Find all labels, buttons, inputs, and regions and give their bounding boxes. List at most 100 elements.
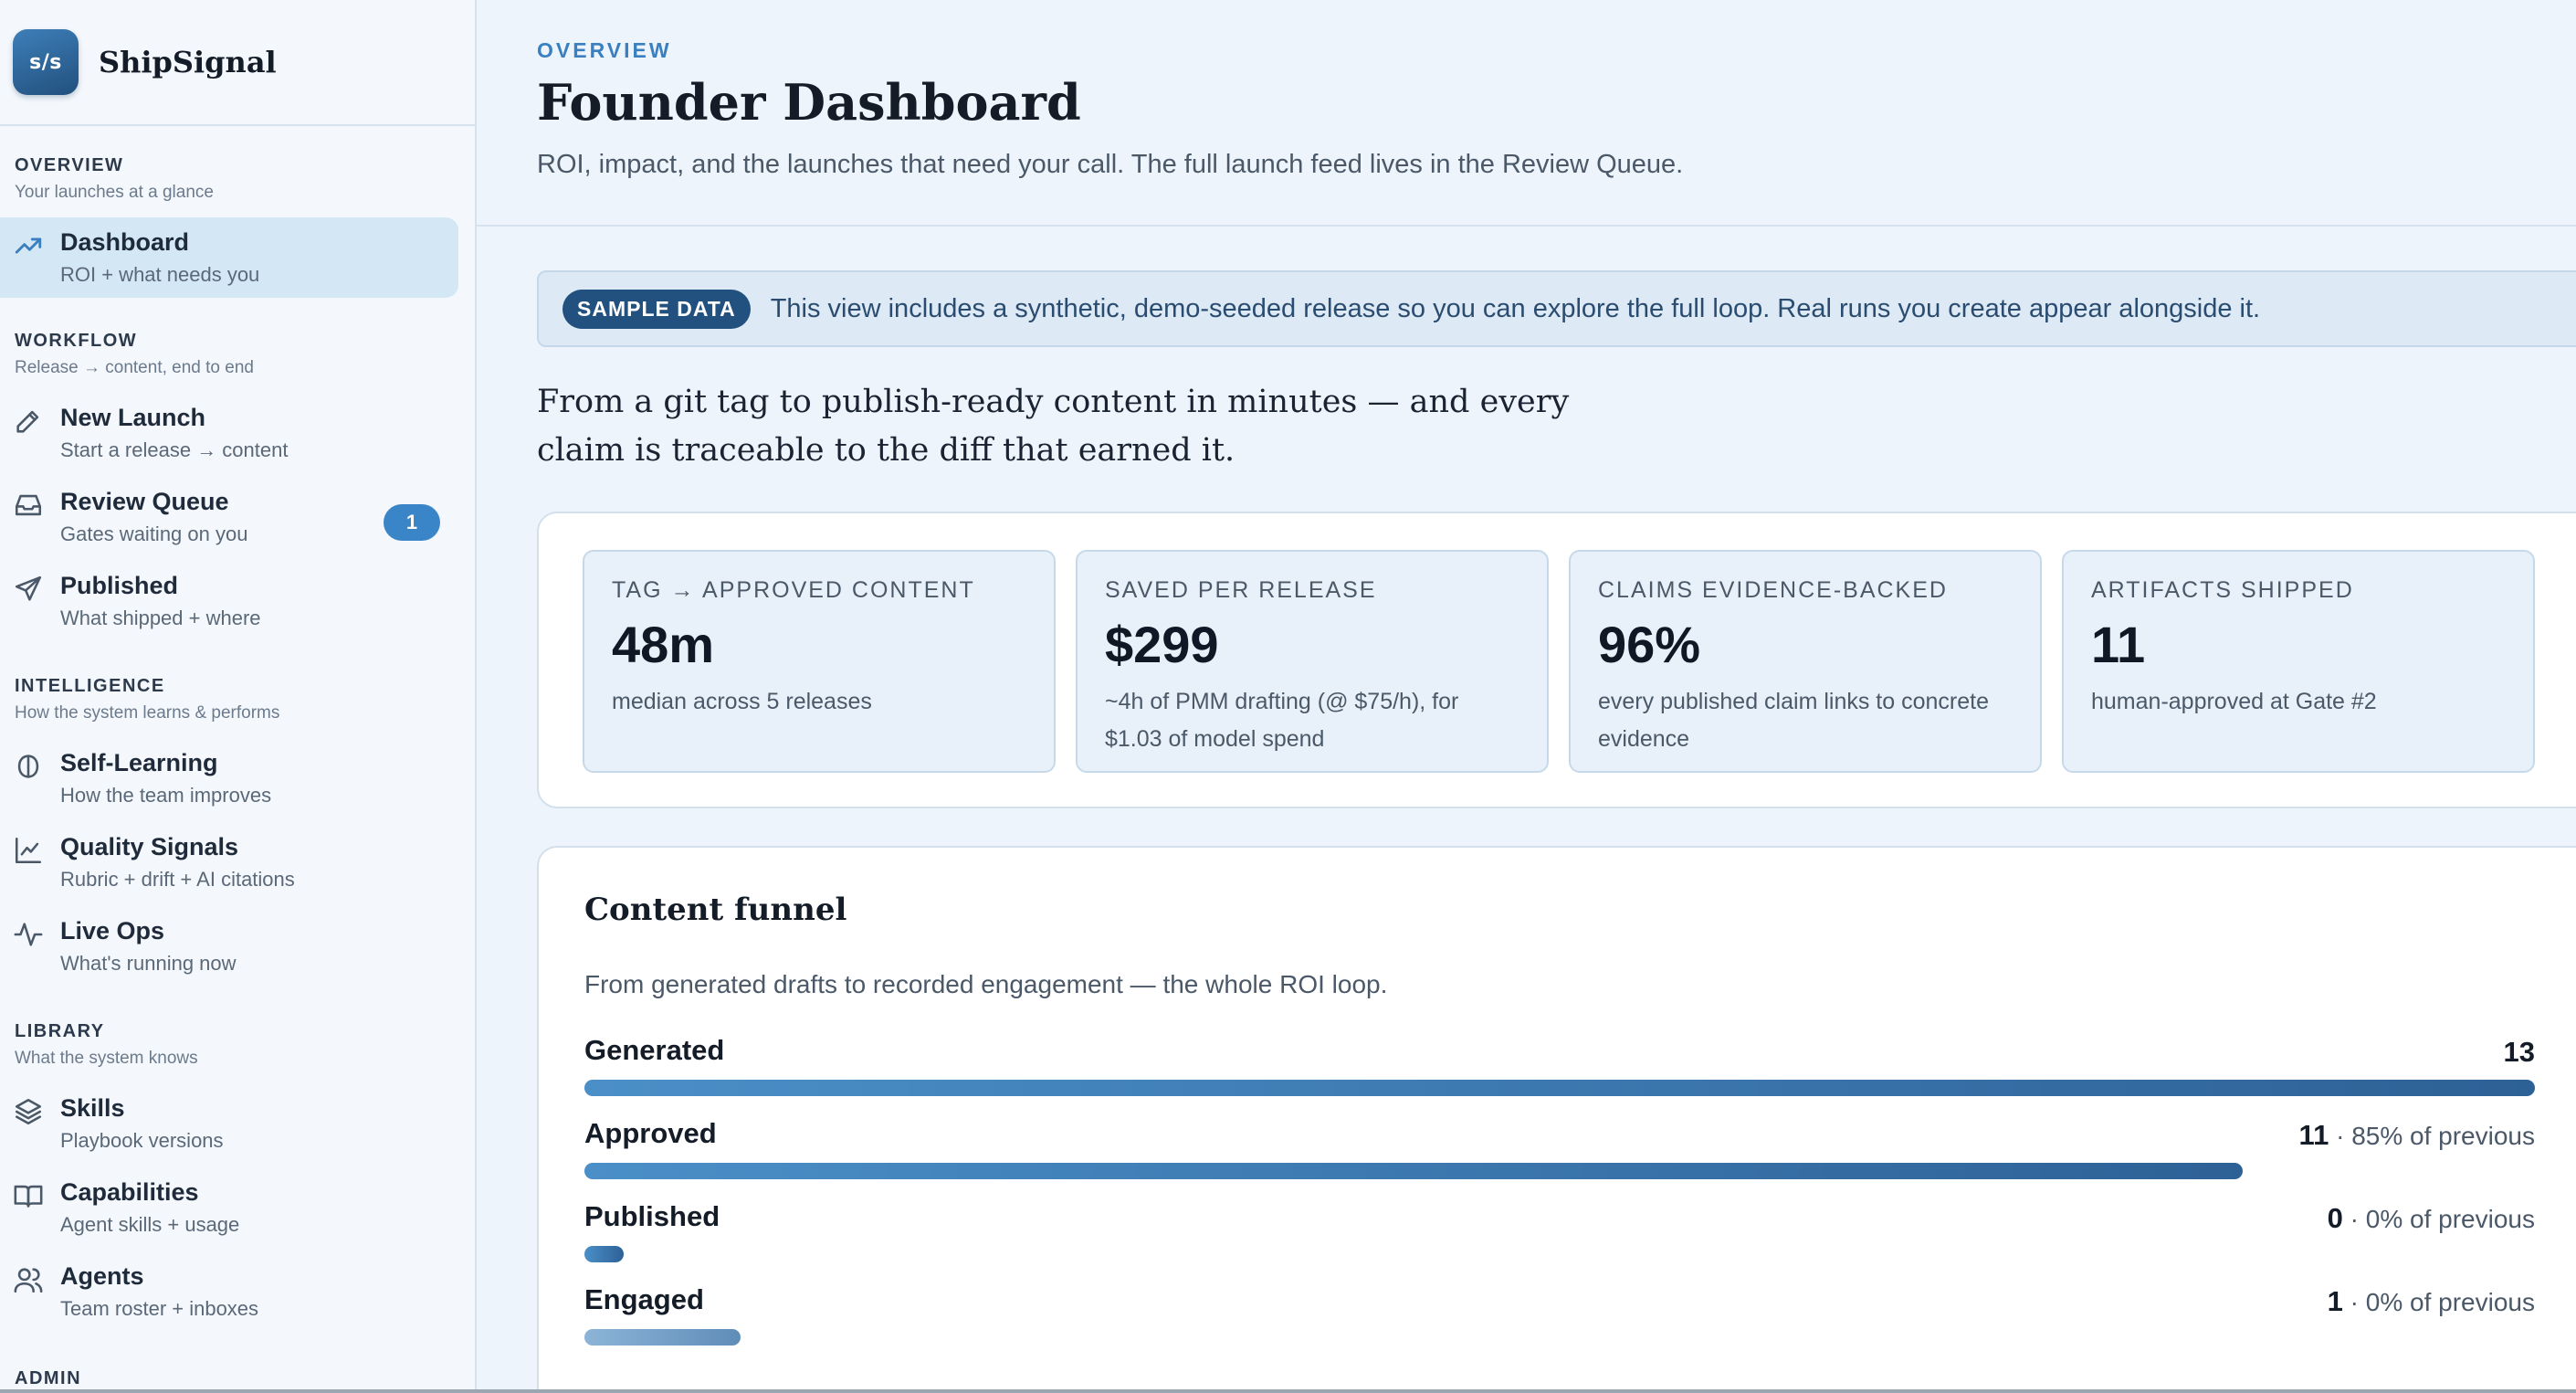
pencil-icon: [13, 406, 44, 437]
sidebar: s/s ShipSignal OVERVIEW Your launches at…: [0, 0, 477, 1393]
funnel-row-published: Published 0 · 0% of previous: [584, 1200, 2535, 1282]
sidebar-item-label: Live Ops: [60, 917, 165, 944]
page-header: OVERVIEW Founder Dashboard ROI, impact, …: [477, 0, 2576, 227]
funnel-bar: [584, 1329, 741, 1346]
stat-value: 11: [2091, 616, 2146, 673]
funnel-stage-meta: 11 · 85% of previous: [2299, 1119, 2535, 1152]
section-subtitle-intelligence: How the system learns & performs: [15, 703, 280, 723]
stat-tag-to-approved: TAG → APPROVED CONTENT 48m median across…: [583, 550, 1056, 773]
funnel-stage-name: Approved: [584, 1117, 717, 1149]
sidebar-item-desc: Team roster + inboxes: [60, 1297, 259, 1320]
funnel-subtitle: From generated drafts to recorded engage…: [584, 970, 1388, 998]
stat-label: SAVED PER RELEASE: [1105, 577, 1377, 603]
window-bottom-edge: [0, 1389, 2576, 1393]
funnel-stage-meta: 0 · 0% of previous: [2328, 1202, 2535, 1235]
funnel-bar-track: [584, 1246, 2535, 1262]
stat-artifacts-shipped: ARTIFACTS SHIPPED 11 human-approved at G…: [2062, 550, 2535, 773]
brand-name: ShipSignal: [99, 45, 277, 79]
stat-note: ~4h of PMM drafting (@ $75/h), for $1.03…: [1105, 689, 1459, 752]
brain-icon: [13, 751, 44, 782]
funnel-stage-name: Generated: [584, 1034, 725, 1066]
sample-data-banner: SAMPLE DATA This view includes a synthet…: [537, 270, 2576, 347]
funnel-stage-meta: 1 · 0% of previous: [2328, 1285, 2535, 1318]
sidebar-item-self-learning[interactable]: Self-Learning How the team improves: [0, 738, 458, 818]
funnel-bar: [584, 1080, 2535, 1096]
sidebar-item-desc: Playbook versions: [60, 1129, 224, 1152]
sidebar-item-live-ops[interactable]: Live Ops What's running now: [0, 906, 458, 987]
sidebar-item-desc: Gates waiting on you: [60, 522, 248, 545]
sidebar-item-label: Self-Learning: [60, 749, 218, 776]
sidebar-item-label: New Launch: [60, 404, 206, 431]
sample-data-pill: SAMPLE DATA: [563, 289, 751, 329]
sidebar-item-desc: Rubric + drift + AI citations: [60, 868, 295, 891]
sidebar-item-desc: How the team improves: [60, 784, 272, 807]
section-subtitle-workflow: Release → content, end to end: [15, 358, 254, 377]
inbox-icon: [13, 490, 44, 521]
tagline: From a git tag to publish-ready content …: [537, 384, 1570, 469]
trending-up-icon: [13, 230, 44, 261]
line-chart-icon: [13, 835, 44, 866]
section-subtitle-overview: Your launches at a glance: [15, 183, 214, 202]
funnel-bar: [584, 1163, 2243, 1179]
content-funnel-card: Content funnel From generated drafts to …: [537, 846, 2576, 1393]
sidebar-item-agents[interactable]: Agents Team roster + inboxes: [0, 1251, 458, 1332]
review-queue-count-badge: 1: [384, 504, 440, 541]
funnel-title: Content funnel: [584, 892, 847, 928]
sidebar-item-published[interactable]: Published What shipped + where: [0, 561, 458, 641]
sidebar-item-label: Dashboard: [60, 228, 190, 256]
stat-note: human-approved at Gate #2: [2091, 689, 2377, 714]
section-title-library: LIBRARY: [15, 1021, 105, 1041]
main-content: OVERVIEW Founder Dashboard ROI, impact, …: [477, 0, 2576, 1393]
sidebar-item-new-launch[interactable]: New Launch Start a release → content: [0, 393, 458, 473]
stat-label: ARTIFACTS SHIPPED: [2091, 577, 2354, 603]
sidebar-item-desc: What's running now: [60, 952, 237, 975]
brand[interactable]: s/s ShipSignal: [0, 0, 475, 126]
stat-label: CLAIMS EVIDENCE-BACKED: [1598, 577, 1948, 603]
stat-note: median across 5 releases: [612, 689, 872, 714]
sidebar-item-label: Capabilities: [60, 1178, 199, 1206]
section-title-overview: OVERVIEW: [15, 155, 124, 175]
sidebar-item-dashboard[interactable]: Dashboard ROI + what needs you: [0, 217, 458, 298]
stats-card: TAG → APPROVED CONTENT 48m median across…: [537, 512, 2576, 808]
funnel-stage-name: Published: [584, 1200, 720, 1232]
funnel-stage-suffix: · 0% of previous: [2342, 1205, 2535, 1233]
funnel-bar-track: [584, 1080, 2535, 1096]
funnel-stage-count: 1: [2327, 1285, 2343, 1317]
sidebar-item-label: Quality Signals: [60, 833, 239, 860]
stat-claims-evidence-backed: CLAIMS EVIDENCE-BACKED 96% every publish…: [1569, 550, 2042, 773]
layers-icon: [13, 1096, 44, 1127]
funnel-row-approved: Approved 11 · 85% of previous: [584, 1117, 2535, 1199]
sidebar-item-label: Published: [60, 572, 179, 599]
users-icon: [13, 1264, 44, 1295]
send-icon: [13, 574, 44, 605]
sidebar-item-review-queue[interactable]: Review Queue Gates waiting on you 1: [0, 477, 458, 557]
funnel-stage-name: Engaged: [584, 1283, 704, 1315]
funnel-row-generated: Generated 13: [584, 1034, 2535, 1116]
funnel-bar: [584, 1246, 624, 1262]
sample-data-text: This view includes a synthetic, demo-see…: [770, 293, 2261, 323]
brand-logo: s/s: [13, 29, 79, 95]
section-title-intelligence: INTELLIGENCE: [15, 676, 165, 696]
sidebar-item-desc: Start a release → content: [60, 438, 289, 461]
funnel-stage-suffix: · 85% of previous: [2329, 1122, 2535, 1150]
funnel-bar-track: [584, 1163, 2535, 1179]
sidebar-item-capabilities[interactable]: Capabilities Agent skills + usage: [0, 1167, 458, 1248]
page-subtitle: ROI, impact, and the launches that need …: [537, 150, 1684, 179]
page-title: Founder Dashboard: [537, 73, 1081, 132]
book-icon: [13, 1180, 44, 1211]
sidebar-item-skills[interactable]: Skills Playbook versions: [0, 1083, 458, 1164]
sidebar-item-label: Skills: [60, 1094, 125, 1122]
section-title-workflow: WORKFLOW: [15, 331, 138, 351]
stat-value: 96%: [1598, 616, 1701, 673]
section-subtitle-library: What the system knows: [15, 1049, 198, 1068]
stat-value: $299: [1105, 616, 1219, 673]
sidebar-item-label: Agents: [60, 1262, 144, 1290]
funnel-stage-count: 0: [2327, 1202, 2343, 1234]
stat-value: 48m: [612, 616, 715, 673]
section-title-admin: ADMIN: [15, 1368, 82, 1388]
sidebar-item-desc: ROI + what needs you: [60, 263, 260, 286]
funnel-bar-track: [584, 1329, 2535, 1346]
sidebar-item-quality-signals[interactable]: Quality Signals Rubric + drift + AI cita…: [0, 822, 458, 902]
funnel-stage-meta: 13: [2504, 1036, 2535, 1069]
funnel-row-engaged: Engaged 1 · 0% of previous: [584, 1283, 2535, 1366]
